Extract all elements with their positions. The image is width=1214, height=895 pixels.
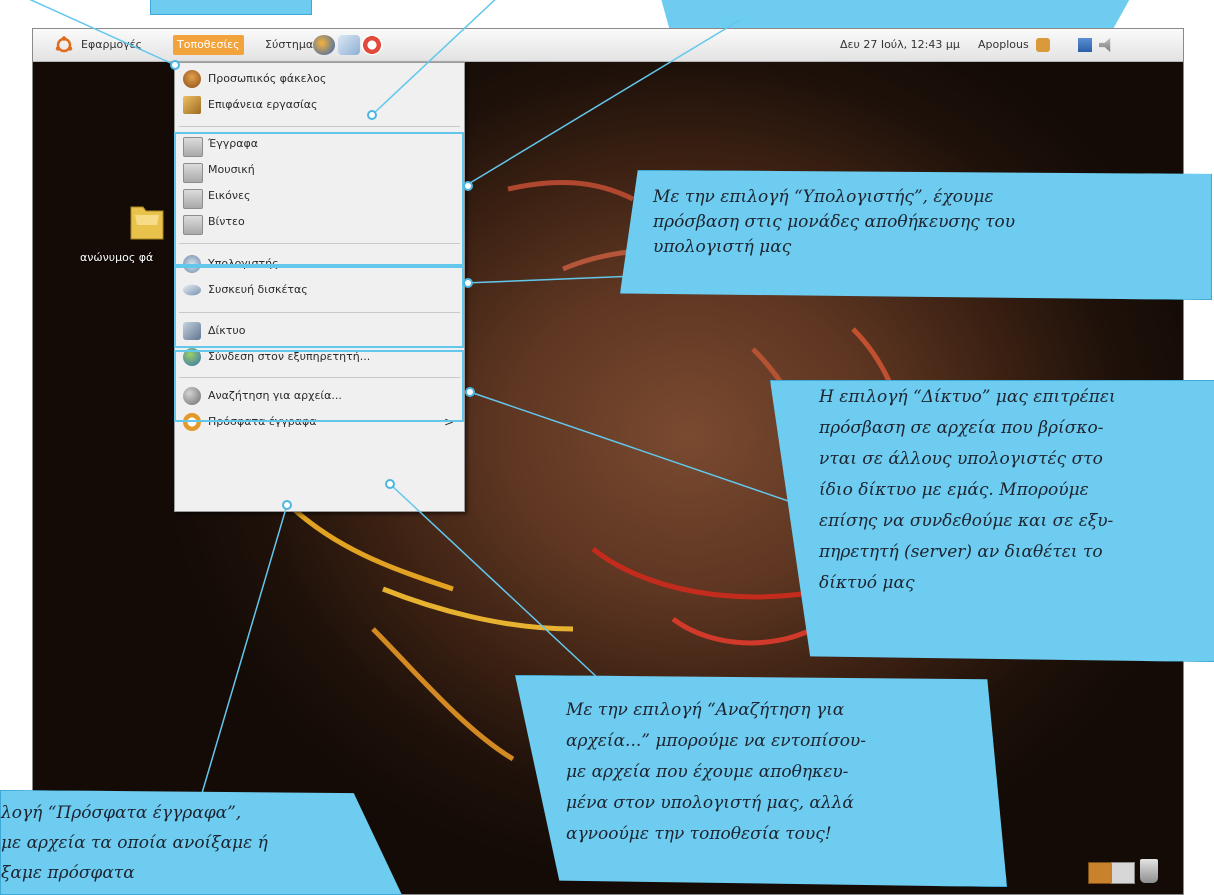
callout-search-line-4: μένα στον υπολογιστή μας, αλλά [566,793,854,813]
callout-computer-line-2: πρόσβαση στις μονάδες αποθήκευσης του [653,212,1016,232]
callout-search-line-1: Με την επιλογή “Αναζήτηση για [566,700,845,720]
callout-network-line-3: νται σε άλλους υπολογιστές στο [819,449,1103,469]
callout-network-line-2: πρόσβαση σε αρχεία που βρίσκο- [819,418,1104,438]
callout-network-line-6: πηρετητή (server) αν διαθέτει το [819,542,1103,562]
callout-network-line-7: δίκτυό μας [819,573,915,593]
callout-search-line-5: αγνοούμε την τοποθεσία τους! [566,824,832,844]
callout-search: Με την επιλογή “Αναζήτηση για αρχεία...”… [515,675,1007,887]
callout-recent-line-1: λογή “Πρόσφατα έγγραφα”, [1,803,242,823]
callout-network-line-5: επίσης να συνδεθούμε και σε εξυ- [819,511,1114,531]
callout-recent: λογή “Πρόσφατα έγγραφα”, με αρχεία τα οπ… [0,790,402,895]
callout-search-line-2: αρχεία...” μπορούμε να εντοπίσου- [566,731,867,751]
callout-computer-line-1: Με την επιλογή “Υπολογιστής”, έχουμε [653,187,994,207]
callout-network: Η επιλογή “Δίκτυο” μας επιτρέπει πρόσβασ… [770,380,1214,662]
callout-computer: Με την επιλογή “Υπολογιστής”, έχουμε πρό… [620,170,1212,300]
callout-network-line-4: ίδιο δίκτυο με εμάς. Μπορούμε [819,480,1089,500]
callout-recent-line-3: ξαμε πρόσφατα [1,863,135,883]
callout-recent-line-2: με αρχεία τα οποία ανοίξαμε ή [1,833,268,853]
callout-computer-line-3: υπολογιστή μας [653,237,792,257]
callout-search-line-3: με αρχεία που έχουμε αποθηκευ- [566,762,849,782]
callout-network-line-1: Η επιλογή “Δίκτυο” μας επιτρέπει [819,387,1116,407]
